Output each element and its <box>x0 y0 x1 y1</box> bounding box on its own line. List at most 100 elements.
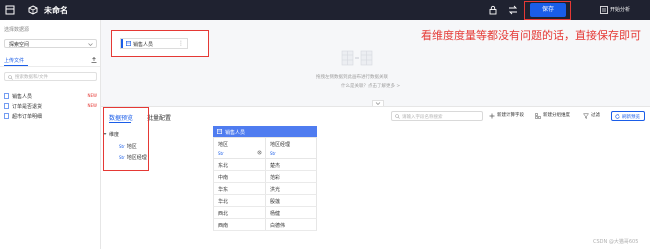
string-type-icon: Str <box>119 155 125 160</box>
file-icon <box>4 93 9 99</box>
cell-divider <box>265 171 266 182</box>
page-title: 未命名 <box>44 6 68 15</box>
table-icon <box>126 41 131 46</box>
file-search-placeholder: 搜索数据和/文件 <box>15 75 49 80</box>
datasource-label: 选择数据源 <box>4 27 30 33</box>
table-icon <box>217 129 222 134</box>
table-title: 销售人员 <box>225 130 246 136</box>
table-cell: 楚杰 <box>270 163 281 169</box>
new-group-dimension-label: 新建分组维度 <box>543 113 570 118</box>
field-search-placeholder: 请输入字段名称搜索 <box>402 114 443 120</box>
table-highlight-box: 销售人员 ⋮ <box>111 30 209 57</box>
table-cell: 西南 <box>218 223 229 229</box>
preview-panel: 数据预览 批量配置 维度 Str 地区 Str 地区经理 请输入字段名称搜索 新建计… <box>101 106 650 249</box>
preview-highlight-box <box>103 107 149 171</box>
table-cell: 杨健 <box>270 211 281 217</box>
table-cell: 白德伟 <box>270 223 286 229</box>
left-sidebar: 选择数据源 探索空间 上传文件 搜索数据和/文件 销售人员 NEW 订单是否退货… <box>0 20 101 249</box>
sidebar-divider <box>0 66 100 67</box>
table-cell: 西北 <box>218 211 229 217</box>
upload-file-tab[interactable]: 上传文件 <box>4 57 24 64</box>
refresh-preview-button[interactable]: 刷新预览 <box>611 111 645 121</box>
file-search-input[interactable]: 搜索数据和/文件 <box>4 72 97 81</box>
column-type: Str <box>270 151 276 156</box>
datasource-select[interactable]: 探索空间 <box>4 39 97 48</box>
tree-item-label: 地区 <box>126 144 137 150</box>
column-header[interactable]: 地区经理 Str <box>266 138 317 160</box>
new-calc-field-label: 新建计算字段 <box>497 113 524 118</box>
file-label: 订单是否退货 <box>12 104 43 110</box>
table-title-bar: 销售人员 <box>213 126 317 137</box>
column-name: 地区经理 <box>270 142 291 148</box>
table-row: 东北 楚杰 <box>213 159 317 171</box>
table-row: 中南 范彩 <box>213 171 317 183</box>
tab-batch-config[interactable]: 批量配置 <box>147 113 171 122</box>
filter-label: 过滤 <box>591 113 600 118</box>
empty-join-icon <box>341 50 373 66</box>
tree-dimension-group[interactable]: 维度 <box>109 131 119 138</box>
table-cell: 洪光 <box>270 187 281 193</box>
tree-item-dimension[interactable]: Str 地区 <box>119 143 137 150</box>
search-icon <box>395 114 400 119</box>
list-item-file[interactable]: 订单是否退货 NEW <box>4 102 97 110</box>
table-row: 西北 杨健 <box>213 207 317 219</box>
new-badge: NEW <box>87 103 97 108</box>
list-item-file[interactable]: 销售人员 NEW <box>4 92 97 100</box>
chevron-down-icon <box>88 43 93 46</box>
cube-icon[interactable] <box>28 5 38 15</box>
cell-divider <box>265 195 266 206</box>
table-row: 西南 白德伟 <box>213 219 317 231</box>
table-cell: 殷莲 <box>270 199 281 205</box>
tree-item-dimension[interactable]: Str 地区经理 <box>119 154 147 161</box>
table-node-label: 销售人员 <box>133 42 154 48</box>
gear-icon[interactable] <box>257 150 262 155</box>
file-icon <box>4 113 9 119</box>
relation-canvas[interactable]: 销售人员 ⋮ 看维度度量等都没有问题的话，直接保存即可 拖拽左侧数据到此画布进行… <box>101 20 650 106</box>
cell-divider <box>265 219 266 230</box>
cell-divider <box>265 207 266 218</box>
cell-divider <box>265 159 266 170</box>
more-vertical-icon[interactable]: ⋮ <box>178 40 184 47</box>
watermark: CSDN @大猫哥605 <box>593 239 639 245</box>
annotation-text: 看维度度量等都没有问题的话，直接保存即可 <box>421 29 641 42</box>
cell-divider <box>265 183 266 194</box>
table-cell: 东北 <box>218 163 229 169</box>
table-node-accent <box>121 39 123 48</box>
table-row: 华东 洪光 <box>213 183 317 195</box>
upload-icon[interactable] <box>91 57 97 63</box>
list-item-file[interactable]: 超市订单明细 <box>4 112 97 120</box>
filter-icon <box>583 113 589 119</box>
group-icon <box>535 113 541 119</box>
search-icon <box>8 75 13 80</box>
lock-icon[interactable] <box>488 5 498 15</box>
table-cell: 华东 <box>218 187 229 193</box>
top-bar: 未命名 保存 开始分析 <box>0 0 650 20</box>
empty-state-text: 拖拽左侧数据到此画布进行数据关联 <box>316 75 388 80</box>
column-name: 地区 <box>218 142 229 148</box>
datasource-value: 探索空间 <box>9 42 30 48</box>
caret-down-icon[interactable] <box>103 132 107 136</box>
tree-item-label: 地区经理 <box>126 155 147 161</box>
table-column-header: 地区 Str 地区经理 Str <box>213 137 317 160</box>
table-cell: 华北 <box>218 199 229 205</box>
file-label: 超市订单明细 <box>12 114 43 120</box>
file-label: 销售人员 <box>12 94 33 100</box>
column-header[interactable]: 地区 Str <box>214 138 266 160</box>
start-analysis-button[interactable]: 开始分析 <box>610 6 630 13</box>
learn-more-link[interactable]: 什么是关联？点击了解更多 > <box>341 83 400 89</box>
plus-icon <box>489 113 495 119</box>
string-type-icon: Str <box>119 144 125 149</box>
table-cell: 范彩 <box>270 175 281 181</box>
table-cell: 中南 <box>218 175 229 181</box>
file-icon <box>4 103 9 109</box>
analysis-icon <box>600 6 608 14</box>
new-badge: NEW <box>87 93 97 98</box>
refresh-preview-label: 刷新预览 <box>622 114 640 120</box>
table-node[interactable]: 销售人员 ⋮ <box>120 38 188 49</box>
field-search-input[interactable]: 请输入字段名称搜索 <box>391 111 483 121</box>
column-type: Str <box>218 151 224 156</box>
refresh-icon <box>615 114 620 119</box>
table-row: 华北 殷莲 <box>213 195 317 207</box>
app-logo-icon <box>5 5 15 15</box>
save-highlight-box <box>524 1 571 20</box>
